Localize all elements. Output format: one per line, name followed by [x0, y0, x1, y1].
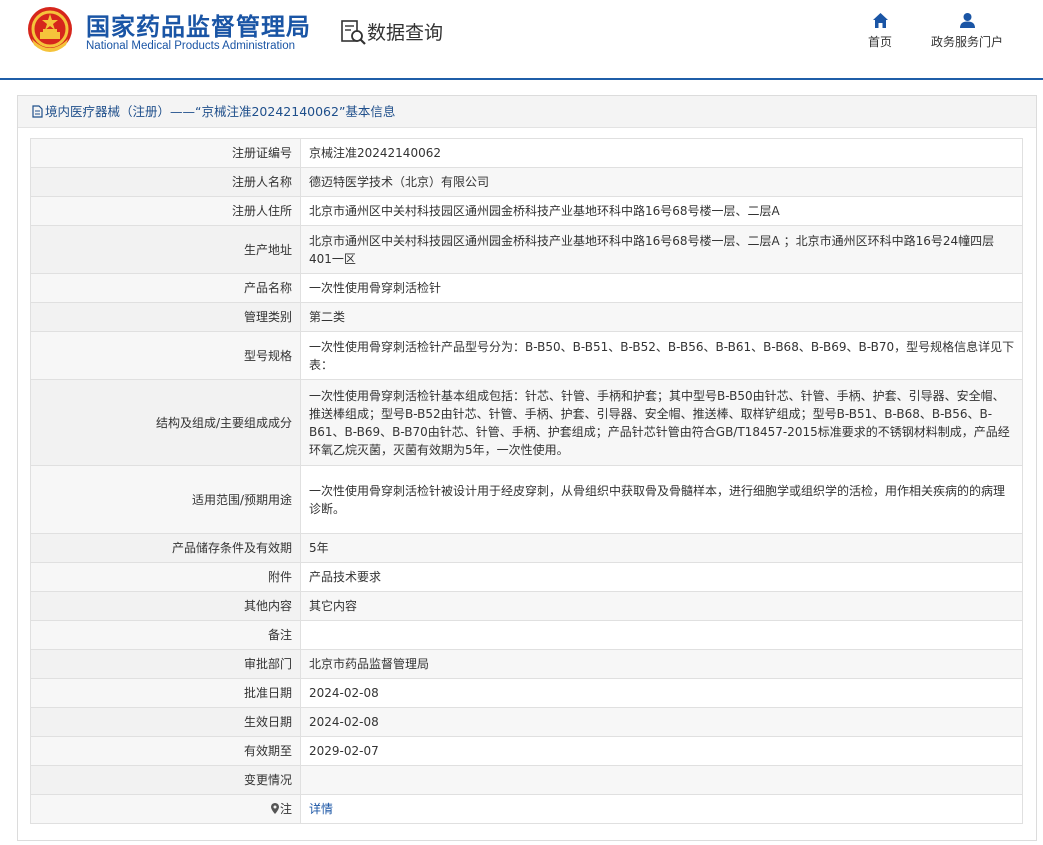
site-header: 国家药品监督管理局 National Medical Products Admi…: [0, 0, 1043, 80]
row-value: 北京市通州区中关村科技园区通州园金桥科技产业基地环科中路16号68号楼一层、二层…: [300, 196, 1023, 226]
row-value: 第二类: [300, 302, 1023, 332]
panel-title: 境内医疗器械（注册）——“京械注准20242140062”基本信息: [45, 104, 396, 119]
row-label: 产品名称: [30, 273, 301, 303]
table-row: 变更情况: [30, 765, 1023, 795]
table-row: 注册人名称 德迈特医学技术（北京）有限公司: [30, 167, 1023, 197]
info-panel: 境内医疗器械（注册）——“京械注准20242140062”基本信息 注册证编号 …: [17, 95, 1037, 841]
table-row: 生产地址 北京市通州区中关村科技园区通州园金桥科技产业基地环科中路16号68号楼…: [30, 225, 1023, 274]
registration-info-table: 注册证编号 京械注准20242140062 注册人名称 德迈特医学技术（北京）有…: [30, 138, 1023, 824]
table-row: 注 详情: [30, 794, 1023, 824]
row-label: 注册人住所: [30, 196, 301, 226]
table-row: 型号规格 一次性使用骨穿刺活检针产品型号分为：B-B50、B-B51、B-B52…: [30, 331, 1023, 380]
table-row: 批准日期 2024-02-08: [30, 678, 1023, 708]
row-label: 审批部门: [30, 649, 301, 679]
nav-service-portal-link[interactable]: 政务服务门户: [931, 12, 1003, 50]
row-value: [300, 620, 1023, 650]
document-icon: [32, 105, 43, 118]
table-row: 产品名称 一次性使用骨穿刺活检针: [30, 273, 1023, 303]
table-row: 附件 产品技术要求: [30, 562, 1023, 592]
table-row: 适用范围/预期用途 一次性使用骨穿刺活检针被设计用于经皮穿刺，从骨组织中获取骨及…: [30, 465, 1023, 534]
row-label: 其他内容: [30, 591, 301, 621]
row-label: 有效期至: [30, 736, 301, 766]
pin-icon: [270, 803, 279, 814]
table-row: 注册人住所 北京市通州区中关村科技园区通州园金桥科技产业基地环科中路16号68号…: [30, 196, 1023, 226]
row-label: 管理类别: [30, 302, 301, 332]
row-value: 2029-02-07: [300, 736, 1023, 766]
panel-header: 境内医疗器械（注册）——“京械注准20242140062”基本信息: [18, 96, 1036, 128]
row-label: 注册人名称: [30, 167, 301, 197]
table-row: 其他内容 其它内容: [30, 591, 1023, 621]
row-value: 一次性使用骨穿刺活检针: [300, 273, 1023, 303]
details-link[interactable]: 详情: [309, 802, 333, 816]
section-title: 数据查询: [367, 22, 444, 44]
org-name-en: National Medical Products Administration: [86, 40, 296, 52]
nav-home-link[interactable]: 首页: [868, 12, 892, 50]
row-label: 产品储存条件及有效期: [30, 533, 301, 563]
row-value: 一次性使用骨穿刺活检针被设计用于经皮穿刺，从骨组织中获取骨及骨髓样本，进行细胞学…: [300, 465, 1023, 534]
row-value: 北京市通州区中关村科技园区通州园金桥科技产业基地环科中路16号68号楼一层、二层…: [300, 225, 1023, 274]
row-label: 注册证编号: [30, 138, 301, 168]
national-emblem-icon: [28, 7, 72, 52]
row-value: 北京市药品监督管理局: [300, 649, 1023, 679]
row-label: 批准日期: [30, 678, 301, 708]
row-value: 产品技术要求: [300, 562, 1023, 592]
table-row: 审批部门 北京市药品监督管理局: [30, 649, 1023, 679]
table-row: 管理类别 第二类: [30, 302, 1023, 332]
row-label: 适用范围/预期用途: [30, 465, 301, 534]
org-name-cn: 国家药品监督管理局: [86, 13, 311, 41]
row-label: 型号规格: [30, 331, 301, 380]
row-value: 一次性使用骨穿刺活检针基本组成包括：针芯、针管、手柄和护套；其中型号B-B50由…: [300, 379, 1023, 466]
row-value: 5年: [300, 533, 1023, 563]
row-label: 附件: [30, 562, 301, 592]
table-row: 结构及组成/主要组成成分 一次性使用骨穿刺活检针基本组成包括：针芯、针管、手柄和…: [30, 379, 1023, 466]
row-value: 德迈特医学技术（北京）有限公司: [300, 167, 1023, 197]
row-label: 变更情况: [30, 765, 301, 795]
row-value: [300, 765, 1023, 795]
nav-home-label: 首页: [868, 35, 893, 49]
home-icon: [872, 13, 888, 28]
table-row: 产品储存条件及有效期 5年: [30, 533, 1023, 563]
row-label: 注: [279, 802, 292, 816]
row-label: 结构及组成/主要组成成分: [30, 379, 301, 466]
row-value: 京械注准20242140062: [300, 138, 1023, 168]
user-icon: [959, 13, 975, 28]
table-row: 有效期至 2029-02-07: [30, 736, 1023, 766]
row-value: 一次性使用骨穿刺活检针产品型号分为：B-B50、B-B51、B-B52、B-B5…: [300, 331, 1023, 380]
row-value: 其它内容: [300, 591, 1023, 621]
table-row: 备注: [30, 620, 1023, 650]
table-row: 生效日期 2024-02-08: [30, 707, 1023, 737]
row-label: 生产地址: [30, 225, 301, 274]
note-label-cell: 注: [30, 794, 301, 824]
search-document-icon: [341, 20, 366, 45]
row-label: 生效日期: [30, 707, 301, 737]
row-value: 详情: [300, 794, 1023, 824]
row-value: 2024-02-08: [300, 707, 1023, 737]
row-value: 2024-02-08: [300, 678, 1023, 708]
nav-service-portal-label: 政务服务门户: [931, 35, 1004, 49]
row-label: 备注: [30, 620, 301, 650]
table-row: 注册证编号 京械注准20242140062: [30, 138, 1023, 168]
